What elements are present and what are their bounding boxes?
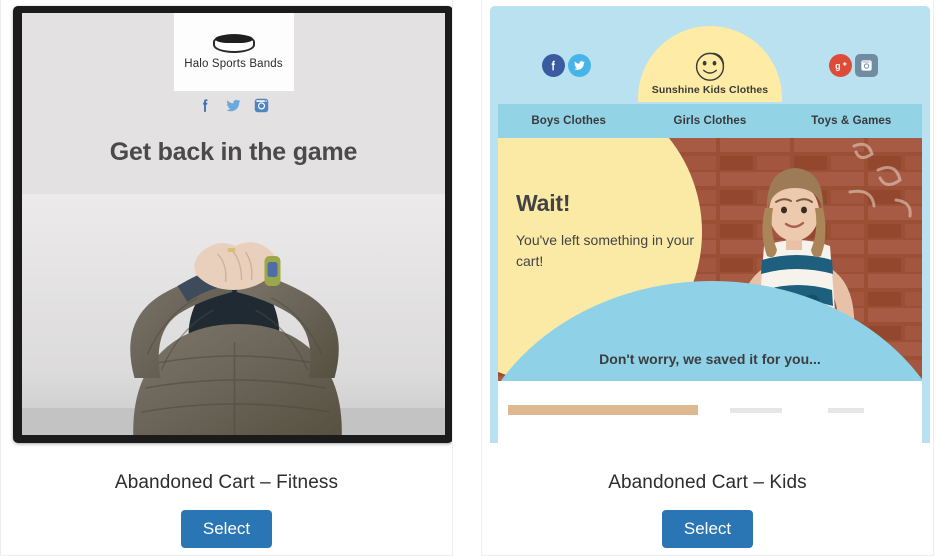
email-preview-screen-kids: Sunshine Kids Clothes g Boys Clothes Gir… xyxy=(490,6,930,443)
template-preview-fitness[interactable]: Halo Sports Bands Get back in the game xyxy=(1,0,452,450)
twitter-icon[interactable] xyxy=(568,54,591,77)
nav-item-boys-clothes[interactable]: Boys Clothes xyxy=(498,115,639,127)
hero-heading: Wait! xyxy=(516,190,571,216)
facebook-icon[interactable] xyxy=(197,97,214,114)
device-frame: Halo Sports Bands Get back in the game xyxy=(13,6,452,443)
brand-name: Halo Sports Bands xyxy=(184,58,283,70)
smiley-sun-icon: Sunshine Kids Clothes xyxy=(638,26,782,102)
nav-item-girls-clothes[interactable]: Girls Clothes xyxy=(639,115,780,127)
template-caption-fitness: Abandoned Cart – Fitness xyxy=(114,472,339,493)
email-headline: Get back in the game xyxy=(109,138,358,166)
sports-band-icon xyxy=(212,34,255,53)
template-caption-kids: Abandoned Cart – Kids xyxy=(608,472,807,493)
hero-subtext: You've left something in your cart! xyxy=(516,232,695,269)
hero-copy-block: Wait! You've left something in your cart… xyxy=(516,190,696,272)
google-plus-icon[interactable]: g xyxy=(829,54,852,77)
hero-photo-kids: Wait! You've left something in your cart… xyxy=(498,138,922,381)
email-product-strip xyxy=(498,381,922,443)
template-grid: Halo Sports Bands Get back in the game A… xyxy=(0,0,948,556)
instagram-icon[interactable] xyxy=(855,54,878,77)
template-card-kids[interactable]: Sunshine Kids Clothes g Boys Clothes Gir… xyxy=(481,0,934,556)
template-card-fitness[interactable]: Halo Sports Bands Get back in the game A… xyxy=(0,0,453,556)
instagram-icon[interactable] xyxy=(253,97,270,114)
svg-text:g: g xyxy=(835,60,840,70)
social-links xyxy=(22,97,445,114)
email-nav-bar: Boys Clothes Girls Clothes Toys & Games xyxy=(498,104,922,138)
email-header-kids: Sunshine Kids Clothes g xyxy=(490,6,930,104)
product-placeholder-bar xyxy=(508,405,698,415)
social-links-left xyxy=(542,54,591,77)
facebook-icon[interactable] xyxy=(542,54,565,77)
twitter-icon[interactable] xyxy=(225,97,242,114)
hero-photo-fitness xyxy=(22,194,445,435)
select-button-fitness[interactable]: Select xyxy=(180,510,273,548)
hero-reassurance-text: Don't worry, we saved it for you... xyxy=(599,351,821,367)
email-preview-screen: Halo Sports Bands Get back in the game xyxy=(22,13,445,435)
brand-logo-block: Halo Sports Bands xyxy=(173,13,294,91)
template-preview-kids[interactable]: Sunshine Kids Clothes g Boys Clothes Gir… xyxy=(482,0,933,450)
product-placeholder-line xyxy=(828,408,864,413)
nav-item-toys-games[interactable]: Toys & Games xyxy=(781,115,922,127)
select-button-kids[interactable]: Select xyxy=(661,510,754,548)
brand-name: Sunshine Kids Clothes xyxy=(651,84,769,96)
social-links-right: g xyxy=(829,54,878,77)
product-placeholder-line xyxy=(730,408,782,413)
template-chooser: Halo Sports Bands Get back in the game A… xyxy=(0,0,948,556)
